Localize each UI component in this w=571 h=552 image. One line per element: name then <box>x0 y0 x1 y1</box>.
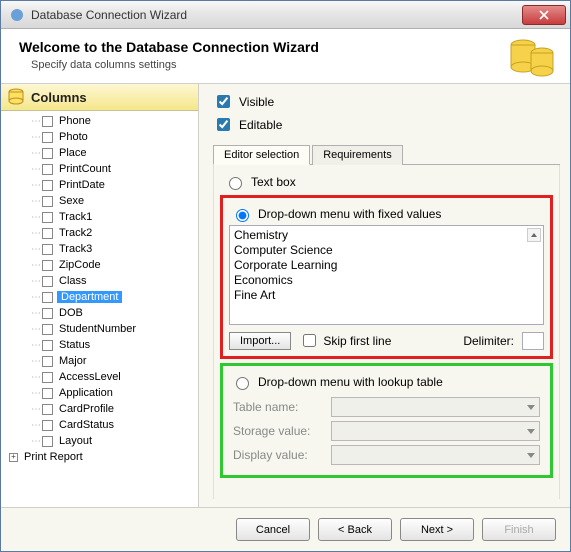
visible-checkbox[interactable]: Visible <box>213 92 560 111</box>
scroll-up-icon[interactable] <box>527 228 541 242</box>
tabs: Editor selection Requirements <box>213 144 560 165</box>
columns-icon <box>7 88 25 106</box>
tree-item[interactable]: ⋯Status <box>1 337 198 353</box>
app-icon <box>9 7 25 23</box>
wizard-header: Welcome to the Database Connection Wizar… <box>1 29 570 84</box>
tree-item[interactable]: ⋯Photo <box>1 129 198 145</box>
tree-item[interactable]: ⋯Sexe <box>1 193 198 209</box>
display-value-row: Display value: <box>233 445 540 465</box>
tree-item[interactable]: ⋯Phone <box>1 113 198 129</box>
cancel-button[interactable]: Cancel <box>236 518 310 541</box>
storage-value-row: Storage value: <box>233 421 540 441</box>
fixed-values-box: Drop-down menu with fixed values Chemist… <box>220 195 553 359</box>
header-title: Welcome to the Database Connection Wizar… <box>19 39 552 55</box>
value-item[interactable]: Computer Science <box>234 243 539 258</box>
columns-tree[interactable]: ⋯Phone⋯Photo⋯Place⋯PrintCount⋯PrintDate⋯… <box>1 111 198 507</box>
skip-first-line[interactable]: Skip first line <box>299 331 391 350</box>
finish-button[interactable]: Finish <box>482 518 556 541</box>
tree-item[interactable]: ⋯Major <box>1 353 198 369</box>
value-item[interactable]: Economics <box>234 273 539 288</box>
storage-value-combo[interactable] <box>331 421 540 441</box>
next-button[interactable]: Next > <box>400 518 474 541</box>
editable-checkbox[interactable]: Editable <box>213 115 560 134</box>
tree-item[interactable]: ⋯CardStatus <box>1 417 198 433</box>
radio-fixed-values[interactable]: Drop-down menu with fixed values <box>229 203 544 225</box>
delimiter-input[interactable] <box>522 332 544 350</box>
import-button[interactable]: Import... <box>229 332 291 350</box>
tree-item[interactable]: ⋯Track2 <box>1 225 198 241</box>
tab-body: Text box Drop-down menu with fixed value… <box>213 165 560 499</box>
visible-check-input[interactable] <box>217 95 230 108</box>
lookup-table-box: Drop-down menu with lookup table Table n… <box>220 363 553 478</box>
tree-item[interactable]: ⋯PrintDate <box>1 177 198 193</box>
wizard-window: Database Connection Wizard Welcome to th… <box>0 0 571 552</box>
radio-textbox[interactable]: Text box <box>214 171 559 193</box>
table-name-row: Table name: <box>233 397 540 417</box>
columns-header: Columns <box>1 84 198 111</box>
display-value-combo[interactable] <box>331 445 540 465</box>
tree-item[interactable]: ⋯Track3 <box>1 241 198 257</box>
tree-item[interactable]: ⋯Track1 <box>1 209 198 225</box>
tree-item[interactable]: ⋯Application <box>1 385 198 401</box>
tab-editor-selection[interactable]: Editor selection <box>213 145 310 165</box>
header-subtitle: Specify data columns settings <box>31 59 552 71</box>
delimiter-label: Delimiter: <box>463 334 514 348</box>
value-item[interactable]: Chemistry <box>234 228 539 243</box>
import-row: Import... Skip first line Delimiter: <box>229 331 544 350</box>
database-icon <box>506 35 556 79</box>
columns-title: Columns <box>31 90 87 105</box>
tree-item[interactable]: ⋯Layout <box>1 433 198 449</box>
value-item[interactable]: Fine Art <box>234 288 539 303</box>
titlebar: Database Connection Wizard <box>1 1 570 29</box>
tree-item[interactable]: ⋯CardProfile <box>1 401 198 417</box>
tree-item[interactable]: ⋯StudentNumber <box>1 321 198 337</box>
editable-check-input[interactable] <box>217 118 230 131</box>
close-button[interactable] <box>522 5 566 25</box>
tree-item[interactable]: ⋯ZipCode <box>1 257 198 273</box>
fixed-values-list[interactable]: ChemistryComputer ScienceCorporate Learn… <box>229 225 544 325</box>
tab-requirements[interactable]: Requirements <box>312 145 402 165</box>
table-name-combo[interactable] <box>331 397 540 417</box>
tree-item[interactable]: ⋯AccessLevel <box>1 369 198 385</box>
main-area: Columns ⋯Phone⋯Photo⋯Place⋯PrintCount⋯Pr… <box>1 84 570 507</box>
tree-item[interactable]: ⋯Department <box>1 289 198 305</box>
right-pane: Visible Editable Editor selection Requir… <box>199 84 570 507</box>
tree-item[interactable]: ⋯Place <box>1 145 198 161</box>
window-title: Database Connection Wizard <box>31 8 522 22</box>
back-button[interactable]: < Back <box>318 518 392 541</box>
tree-item[interactable]: ⋯Class <box>1 273 198 289</box>
tree-root[interactable]: +Print Report <box>1 449 198 465</box>
left-pane: Columns ⋯Phone⋯Photo⋯Place⋯PrintCount⋯Pr… <box>1 84 199 507</box>
tree-item[interactable]: ⋯PrintCount <box>1 161 198 177</box>
wizard-footer: Cancel < Back Next > Finish <box>1 507 570 551</box>
radio-lookup-table[interactable]: Drop-down menu with lookup table <box>229 371 544 393</box>
tree-item[interactable]: ⋯DOB <box>1 305 198 321</box>
value-item[interactable]: Corporate Learning <box>234 258 539 273</box>
